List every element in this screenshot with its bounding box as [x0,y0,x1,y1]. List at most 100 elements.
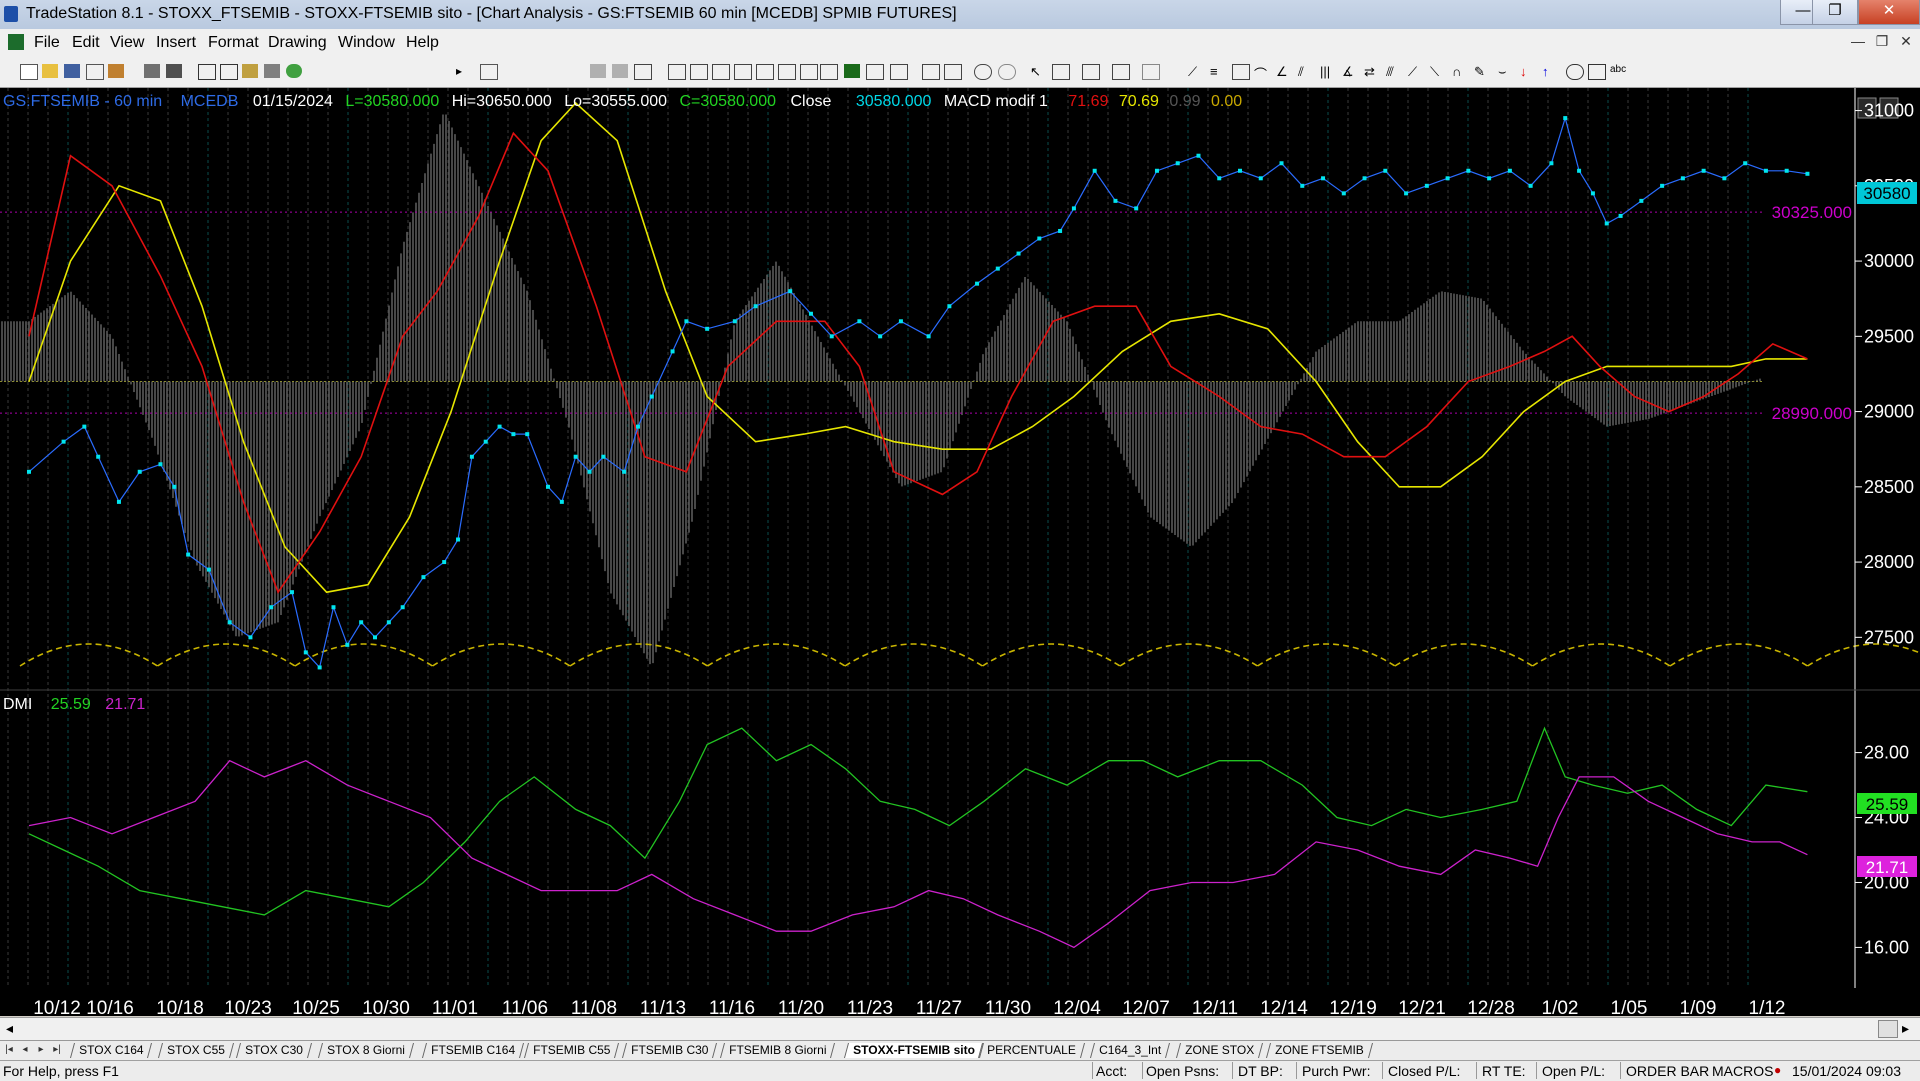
tab-ftsemib-c55[interactable]: FTSEMIB C55 [523,1043,620,1058]
menu-drawing[interactable]: Drawing [268,34,327,52]
bars-icon[interactable] [866,64,884,80]
lock-icon[interactable] [242,64,258,78]
tab-stox-c55[interactable]: STOX C55 [157,1043,234,1058]
compress-icon[interactable] [944,64,962,80]
tab-ftsemib-8-giorni[interactable]: FTSEMIB 8 Giorni [719,1043,836,1058]
arrow-up-icon[interactable]: ↑ [1542,64,1558,79]
window-icon-1[interactable] [590,64,606,78]
search-icon[interactable] [480,64,498,80]
scroll-left-icon[interactable]: ◂ [6,1020,13,1037]
tradebar-icon[interactable] [820,64,838,80]
scroll-thumb[interactable] [1878,1020,1898,1038]
tab-next-icon[interactable]: ▸ [34,1042,48,1058]
tab-stoxx-ftsemib-sito[interactable]: STOXX-FTSEMIB sito [843,1043,984,1058]
chart-window-icon[interactable] [8,34,24,50]
double-arrow-icon[interactable]: ⇄ [1364,64,1380,79]
copy-icon[interactable] [86,64,104,80]
arc-icon[interactable]: ⌒ [1254,64,1270,82]
format-icon[interactable] [198,64,216,80]
menu-help[interactable]: Help [406,34,439,52]
strategy-icon[interactable] [1142,64,1160,80]
scanner-icon[interactable] [712,64,730,80]
portfolio-icon[interactable] [800,64,818,80]
menu-file[interactable]: File [34,34,60,52]
print-preview-icon[interactable] [144,64,160,78]
fibonacci-icon[interactable] [1232,64,1250,80]
open-icon[interactable] [42,64,58,78]
news-icon[interactable] [778,64,796,80]
menu-insert[interactable]: Insert [156,34,196,52]
wrench-icon[interactable] [1082,64,1100,80]
tab-percentuale[interactable]: PERCENTUALE [977,1043,1085,1058]
maximize-button[interactable]: ❐ [1812,0,1858,25]
tools-icon[interactable] [264,64,280,78]
andrews-icon[interactable]: ⫻ [1386,64,1402,79]
close-button[interactable]: ✕ [1858,0,1920,25]
tab-c164-3-int[interactable]: C164_3_Int [1089,1043,1171,1058]
header-source: MCEDB [181,93,239,110]
ellipse-icon[interactable] [1566,64,1584,80]
curve-icon[interactable]: ⌣ [1498,64,1514,79]
gann-icon[interactable]: ∡ [1342,64,1358,79]
chart-icon[interactable] [668,64,686,80]
datafeed-icon[interactable] [844,64,860,78]
vertical-lines-icon[interactable]: ||| [1320,64,1336,79]
folder-icon[interactable] [108,64,124,78]
grid-icon[interactable] [634,64,652,80]
window-icon-2[interactable] [612,64,628,78]
arrow-down-icon[interactable]: ↓ [1520,64,1536,79]
scroll-right-icon[interactable]: ▸ [1902,1020,1909,1037]
tab-prev-icon[interactable]: ◂ [18,1042,32,1058]
horizontal-scrollbar[interactable]: ◂ ▸ [0,1017,1920,1040]
candle-icon[interactable] [890,64,908,80]
horizontal-line-icon[interactable]: ≡ [1210,64,1226,79]
new-icon[interactable] [20,64,38,80]
menu-window[interactable]: Window [338,34,395,52]
matrix-icon[interactable] [756,64,774,80]
print-icon[interactable] [166,64,182,78]
channel-icon[interactable]: ⫽ [1298,64,1314,79]
x-tick-label: 11/01 [432,998,478,1016]
macros-button[interactable]: MACROS [1712,1063,1773,1079]
trendline-icon[interactable]: ⟋ [1188,64,1204,79]
price-dot [1404,191,1409,196]
order-bar-button[interactable]: ORDER BAR [1626,1063,1709,1079]
tab-zone-ftsemib[interactable]: ZONE FTSEMIB [1265,1043,1373,1058]
chart-analysis-icon[interactable] [1052,64,1070,80]
tab-last-icon[interactable]: ▸| [50,1042,64,1058]
menu-format[interactable]: Format [208,34,259,52]
cycle-icon[interactable]: ∩ [1452,64,1468,79]
speed-lines-icon[interactable]: ⟋ [1408,64,1424,79]
mdi-minimize-icon[interactable]: — [1848,33,1868,51]
cursor-icon[interactable]: ↖ [1030,64,1046,79]
insert-indicator-icon[interactable] [1112,64,1130,80]
options-icon[interactable] [734,64,752,80]
menu-edit[interactable]: Edit [72,34,100,52]
tab-ftsemib-c30[interactable]: FTSEMIB C30 [621,1043,718,1058]
tab-stox-c164[interactable]: STOX C164 [69,1043,153,1058]
tab-ftsemib-c164[interactable]: FTSEMIB C164 [421,1043,525,1058]
radar-icon[interactable] [690,64,708,80]
chart-area[interactable]: GS:FTSEMIB - 60 min MCEDB 01/15/2024 L=3… [0,88,1920,1016]
tab-stox-c30[interactable]: STOX C30 [235,1043,312,1058]
zoom-in-icon[interactable] [974,64,992,80]
regression-icon[interactable]: ⟍ [1430,64,1446,79]
price-dot [96,454,101,459]
tab-stox-8-giorni[interactable]: STOX 8 Giorni [317,1043,414,1058]
save-icon[interactable] [64,64,80,78]
format-bar-icon[interactable] [220,64,238,80]
mdi-restore-icon[interactable]: ❐ [1872,33,1892,51]
expand-icon[interactable] [922,64,940,80]
play-icon[interactable]: ▸ [456,64,472,78]
menu-view[interactable]: View [110,34,144,52]
angle-icon[interactable]: ∠ [1276,64,1292,79]
tab-first-icon[interactable]: |◂ [2,1042,16,1058]
rectangle-icon[interactable] [1588,64,1606,80]
tab-zone-stox[interactable]: ZONE STOX [1175,1043,1264,1058]
pencil-icon[interactable]: ✎ [1474,64,1490,79]
zoom-out-icon[interactable] [998,64,1016,80]
title-bar[interactable]: TradeStation 8.1 - STOXX_FTSEMIB - STOXX… [0,0,1920,29]
mdi-close-icon[interactable]: ✕ [1896,33,1916,51]
text-icon[interactable]: abc [1610,64,1634,78]
globe-icon[interactable] [286,64,302,78]
